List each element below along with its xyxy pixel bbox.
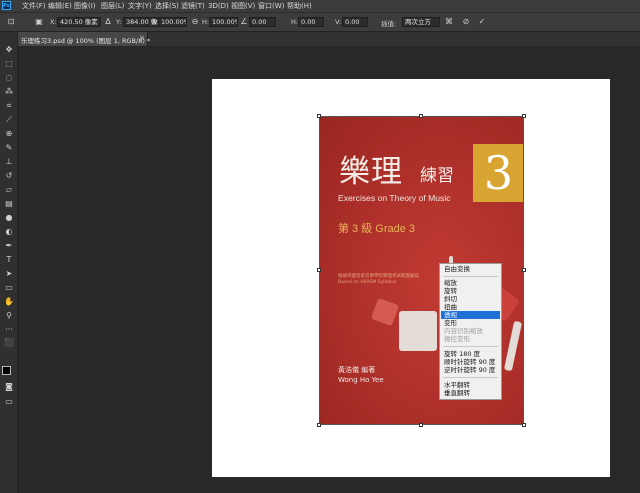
- dodge-tool-icon[interactable]: ◐: [3, 227, 15, 237]
- quick-select-tool-icon[interactable]: ⁂: [3, 87, 15, 97]
- zoom-tool-icon[interactable]: ⚲: [3, 311, 15, 321]
- tools-panel: ✥ ⬚ ◌ ⁂ ⌗ ⟋ ⊕ ✎ ⊥ ↺ ▱ ▤ ● ◐ ✒ T ➤ ▭ ✋ ⚲ …: [0, 32, 18, 493]
- transform-handle-right[interactable]: [522, 268, 526, 272]
- menu-help[interactable]: 帮助(H): [287, 1, 312, 11]
- crop-tool-icon[interactable]: ⌗: [3, 101, 15, 111]
- menu-item-skew[interactable]: 斜切: [441, 295, 500, 303]
- hskew-field[interactable]: 0.00: [298, 17, 324, 27]
- more-tools-icon[interactable]: ···: [3, 325, 15, 335]
- menu-file[interactable]: 文件(F): [22, 1, 46, 11]
- commit-transform-icon[interactable]: ✓: [477, 17, 487, 27]
- document-tab-label: 乐理练习3.psd @ 100% (图层 1, RGB/8) *: [21, 37, 151, 45]
- brush-tool-icon[interactable]: ✎: [3, 143, 15, 153]
- document-tab[interactable]: 乐理练习3.psd @ 100% (图层 1, RGB/8) * ×: [18, 32, 151, 46]
- menu-separator: [443, 346, 498, 347]
- transform-handle-top[interactable]: [419, 114, 423, 118]
- move-tool-icon[interactable]: ✥: [3, 45, 15, 55]
- interpolation-select[interactable]: 两次立方: [402, 17, 440, 27]
- menu-3d[interactable]: 3D(D): [208, 1, 229, 11]
- menu-separator: [443, 276, 498, 277]
- link-icon[interactable]: ⊖: [190, 17, 200, 27]
- healing-brush-tool-icon[interactable]: ⊕: [3, 129, 15, 139]
- transform-handle-bottom[interactable]: [419, 423, 423, 427]
- gradient-tool-icon[interactable]: ▤: [3, 199, 15, 209]
- history-brush-tool-icon[interactable]: ↺: [3, 171, 15, 181]
- type-tool-icon[interactable]: T: [3, 255, 15, 265]
- eyedropper-tool-icon[interactable]: ⟋: [3, 115, 15, 125]
- lasso-tool-icon[interactable]: ◌: [3, 73, 15, 83]
- options-bar: ⊡ ▣ X: 420.50 像素 ∆ Y: 384.00 像素 W: 100.0…: [0, 12, 640, 32]
- menu-item-free-transform[interactable]: 自由变换: [441, 265, 500, 273]
- hand-tool-icon[interactable]: ✋: [3, 297, 15, 307]
- transform-context-menu: 自由变换 缩放 旋转 斜切 扭曲 透视 变形 内容识别缩放 操控变形 旋转 18…: [439, 263, 502, 400]
- transform-handle-top-right[interactable]: [522, 114, 526, 118]
- clone-stamp-tool-icon[interactable]: ⊥: [3, 157, 15, 167]
- vskew-field[interactable]: 0.00: [342, 17, 368, 27]
- menu-item-rotate-90-ccw[interactable]: 逆时针旋转 90 度: [441, 366, 500, 374]
- menu-view[interactable]: 视图(V): [231, 1, 255, 11]
- menu-select[interactable]: 选择(S): [155, 1, 179, 11]
- menu-separator: [443, 377, 498, 378]
- interpolation-label: 插值:: [381, 20, 397, 28]
- shape-tool-icon[interactable]: ▭: [3, 283, 15, 293]
- menu-item-content-aware-scale[interactable]: 内容识别缩放: [441, 327, 500, 335]
- vskew-label: V:: [335, 18, 342, 26]
- photoshop-logo-icon: Ps: [2, 1, 11, 10]
- menu-item-scale[interactable]: 缩放: [441, 279, 500, 287]
- menu-item-perspective[interactable]: 透视: [441, 311, 500, 319]
- transform-handle-top-left[interactable]: [317, 114, 321, 118]
- close-tab-icon[interactable]: ×: [139, 34, 145, 42]
- menu-item-warp[interactable]: 变形: [441, 319, 500, 327]
- menu-edit[interactable]: 编辑(E): [48, 1, 72, 11]
- menu-image[interactable]: 图像(I): [74, 1, 96, 11]
- h-field[interactable]: 100.00%: [209, 17, 238, 27]
- menu-item-flip-vertical[interactable]: 垂直翻转: [441, 389, 500, 397]
- y-label: Y:: [116, 18, 122, 26]
- menu-item-distort[interactable]: 扭曲: [441, 303, 500, 311]
- default-colors-icon[interactable]: ⬛: [3, 338, 15, 348]
- menu-window[interactable]: 窗口(W): [258, 1, 284, 11]
- screen-mode-icon[interactable]: ▭: [3, 397, 15, 407]
- transform-handle-bottom-left[interactable]: [317, 423, 321, 427]
- pen-tool-icon[interactable]: ✒: [3, 241, 15, 251]
- foreground-color-swatch[interactable]: [2, 366, 11, 375]
- transform-handle-left[interactable]: [317, 268, 321, 272]
- menu-item-rotate-180[interactable]: 旋转 180 度: [441, 350, 500, 358]
- menu-item-rotate-90-cw[interactable]: 顺时针旋转 90 度: [441, 358, 500, 366]
- warp-mode-icon[interactable]: ⌘: [444, 17, 454, 27]
- transform-handle-bottom-right[interactable]: [522, 423, 526, 427]
- path-select-tool-icon[interactable]: ➤: [3, 269, 15, 279]
- reference-point-icon[interactable]: ▣: [34, 17, 44, 27]
- menu-item-rotate[interactable]: 旋转: [441, 287, 500, 295]
- quick-mask-icon[interactable]: ◙: [3, 382, 15, 392]
- marquee-tool-icon[interactable]: ⬚: [3, 59, 15, 69]
- transform-tool-icon[interactable]: ⊡: [6, 17, 16, 27]
- w-field[interactable]: 100.00%: [158, 17, 187, 27]
- menu-item-puppet-warp[interactable]: 操控变形: [441, 335, 500, 343]
- menu-item-flip-horizontal[interactable]: 水平翻转: [441, 381, 500, 389]
- cancel-transform-icon[interactable]: ⊘: [461, 17, 471, 27]
- x-label: X:: [50, 18, 57, 26]
- menu-type[interactable]: 文字(Y): [128, 1, 152, 11]
- angle-field[interactable]: 0.00: [249, 17, 276, 27]
- blur-tool-icon[interactable]: ●: [3, 213, 15, 223]
- x-field[interactable]: 420.50 像素: [57, 17, 101, 27]
- eraser-tool-icon[interactable]: ▱: [3, 185, 15, 195]
- menu-filter[interactable]: 滤镜(T): [181, 1, 205, 11]
- relative-position-icon[interactable]: ∆: [103, 17, 113, 27]
- menu-bar: Ps 文件(F) 编辑(E) 图像(I) 图层(L) 文字(Y) 选择(S) 滤…: [0, 0, 640, 12]
- menu-layer[interactable]: 图层(L): [101, 1, 124, 11]
- angle-icon: ∠: [240, 17, 248, 26]
